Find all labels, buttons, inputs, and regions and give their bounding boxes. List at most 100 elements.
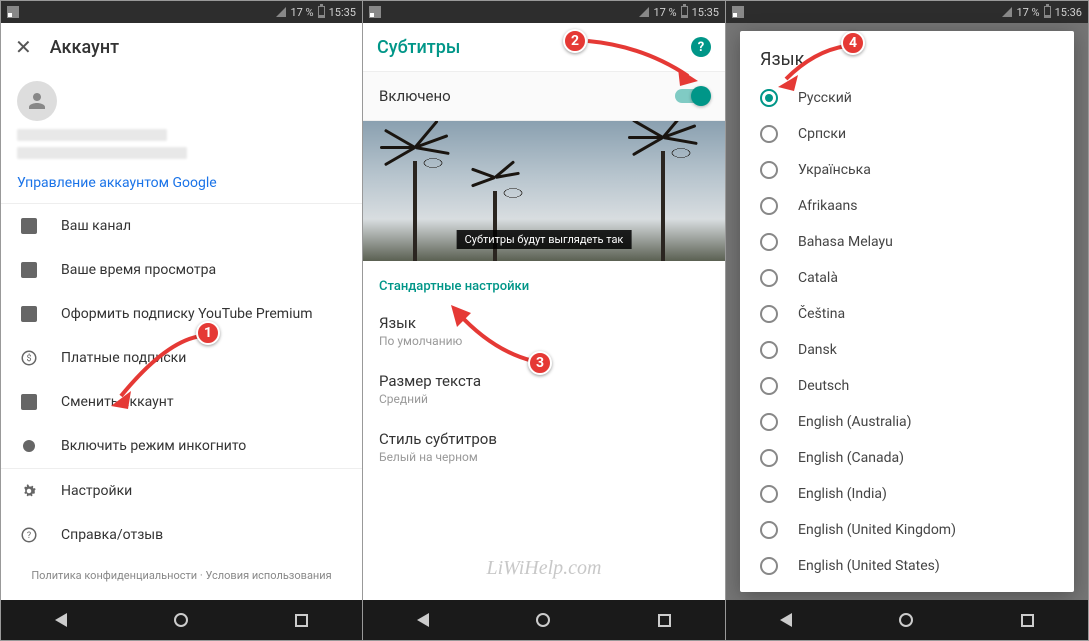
- language-label: Dansk: [798, 342, 837, 358]
- menu-watch-time[interactable]: Ваше время просмотра: [1, 248, 362, 292]
- radio-icon: [760, 161, 778, 179]
- notification-icon: [732, 6, 744, 18]
- notification-icon: [369, 6, 381, 18]
- language-option[interactable]: Català: [740, 260, 1074, 296]
- signal-icon: [276, 7, 286, 17]
- screen-captions: 17 % 15:35 Субтитры ? Включено Субтитры …: [363, 0, 726, 641]
- header: ✕ Аккаунт: [1, 23, 362, 71]
- back-button[interactable]: [417, 613, 429, 627]
- recents-button[interactable]: [658, 614, 671, 627]
- language-label: Afrikaans: [798, 198, 857, 214]
- signal-icon: [639, 7, 649, 17]
- radio-icon: [760, 377, 778, 395]
- battery-percent: 17 %: [290, 6, 313, 19]
- status-bar: 17 % 15:35: [1, 1, 362, 23]
- toggle-label: Включено: [379, 87, 675, 105]
- menu-your-channel[interactable]: Ваш канал: [1, 204, 362, 248]
- language-option[interactable]: Bahasa Melayu: [740, 224, 1074, 260]
- caption-preview: Субтитры будут выглядеть так: [363, 121, 725, 261]
- language-option[interactable]: Українська: [740, 152, 1074, 188]
- language-option[interactable]: Deutsch: [740, 368, 1074, 404]
- clock: 15:35: [692, 6, 719, 19]
- toggle-switch[interactable]: [675, 89, 709, 103]
- footer-links[interactable]: Политика конфиденциальности · Условия ис…: [1, 561, 362, 590]
- gear-icon: [17, 482, 41, 500]
- language-label: Српски: [798, 126, 846, 142]
- watermark: LiWiHelp.com: [487, 557, 602, 580]
- clock: 15:35: [329, 6, 356, 19]
- language-label: English (United Kingdom): [798, 522, 956, 538]
- back-button[interactable]: [780, 613, 792, 627]
- radio-icon: [760, 269, 778, 287]
- nav-bar: [726, 600, 1088, 640]
- language-label: Deutsch: [798, 378, 849, 394]
- arrow-2: [583, 36, 703, 86]
- battery-percent: 17 %: [653, 6, 676, 19]
- language-option[interactable]: English (Australia): [740, 404, 1074, 440]
- svg-text:$: $: [26, 353, 31, 364]
- arrow-1: [106, 331, 206, 411]
- close-icon[interactable]: ✕: [15, 35, 32, 59]
- radio-icon: [760, 305, 778, 323]
- language-list: РусскийСрпскиУкраїнськаAfrikaansBahasa M…: [740, 80, 1074, 592]
- status-bar: 17 % 15:35: [363, 1, 725, 23]
- language-option[interactable]: English (United Kingdom): [740, 512, 1074, 548]
- home-button[interactable]: [174, 613, 188, 627]
- clock: 15:36: [1055, 6, 1082, 19]
- menu-settings[interactable]: Настройки: [1, 469, 362, 513]
- help-icon: ?: [17, 526, 41, 544]
- recents-button[interactable]: [1021, 614, 1034, 627]
- radio-icon: [760, 449, 778, 467]
- language-label: English (India): [798, 486, 887, 502]
- page-title: Аккаунт: [50, 37, 348, 58]
- language-label: Українська: [798, 162, 871, 178]
- radio-icon: [760, 233, 778, 251]
- language-option[interactable]: Српски: [740, 116, 1074, 152]
- language-option[interactable]: English (India): [740, 476, 1074, 512]
- language-option[interactable]: Afrikaans: [740, 188, 1074, 224]
- badge-3: 3: [528, 351, 552, 375]
- dollar-icon: $: [17, 349, 41, 367]
- manage-account-link[interactable]: Управление аккаунтом Google: [1, 171, 362, 203]
- language-label: English (Canada): [798, 450, 904, 466]
- home-button[interactable]: [536, 613, 550, 627]
- menu-help[interactable]: ?Справка/отзыв: [1, 513, 362, 557]
- language-option[interactable]: Español (España): [740, 584, 1074, 592]
- language-option[interactable]: Čeština: [740, 296, 1074, 332]
- language-label: English (United States): [798, 558, 940, 574]
- badge-4: 4: [841, 31, 865, 55]
- radio-icon: [760, 557, 778, 575]
- language-dialog: Язык РусскийСрпскиУкраїнськаAfrikaansBah…: [740, 31, 1074, 592]
- nav-bar: [1, 600, 362, 640]
- language-label: Bahasa Melayu: [798, 234, 893, 250]
- language-option[interactable]: English (Canada): [740, 440, 1074, 476]
- user-email-blurred: [17, 147, 187, 159]
- signal-icon: [1002, 7, 1012, 17]
- recents-button[interactable]: [295, 614, 308, 627]
- svg-text:?: ?: [27, 531, 31, 541]
- setting-caption-style[interactable]: Стиль субтитров Белый на черном: [363, 418, 725, 476]
- caption-sample: Субтитры будут выглядеть так: [457, 230, 632, 249]
- screen-account: 17 % 15:35 ✕ Аккаунт Управление аккаунто…: [0, 0, 363, 641]
- nav-bar: [363, 600, 725, 640]
- notification-icon: [7, 6, 19, 18]
- chart-icon: [17, 262, 41, 278]
- switch-icon: [17, 394, 41, 410]
- back-button[interactable]: [55, 613, 67, 627]
- menu-incognito[interactable]: Включить режим инкогнито: [1, 424, 362, 468]
- home-button[interactable]: [899, 613, 913, 627]
- language-label: Čeština: [798, 306, 845, 322]
- battery-icon: [1044, 6, 1051, 18]
- language-option[interactable]: Dansk: [740, 332, 1074, 368]
- profile-block: [1, 71, 362, 171]
- radio-icon: [760, 341, 778, 359]
- user-name-blurred: [17, 129, 167, 141]
- language-label: English (Australia): [798, 414, 912, 430]
- battery-percent: 17 %: [1016, 6, 1039, 19]
- radio-icon: [760, 413, 778, 431]
- avatar[interactable]: [17, 81, 57, 121]
- menu-premium[interactable]: Оформить подписку YouTube Premium: [1, 292, 362, 336]
- section-title: Стандартные настройки: [363, 261, 725, 302]
- language-option[interactable]: English (United States): [740, 548, 1074, 584]
- radio-icon: [760, 89, 778, 107]
